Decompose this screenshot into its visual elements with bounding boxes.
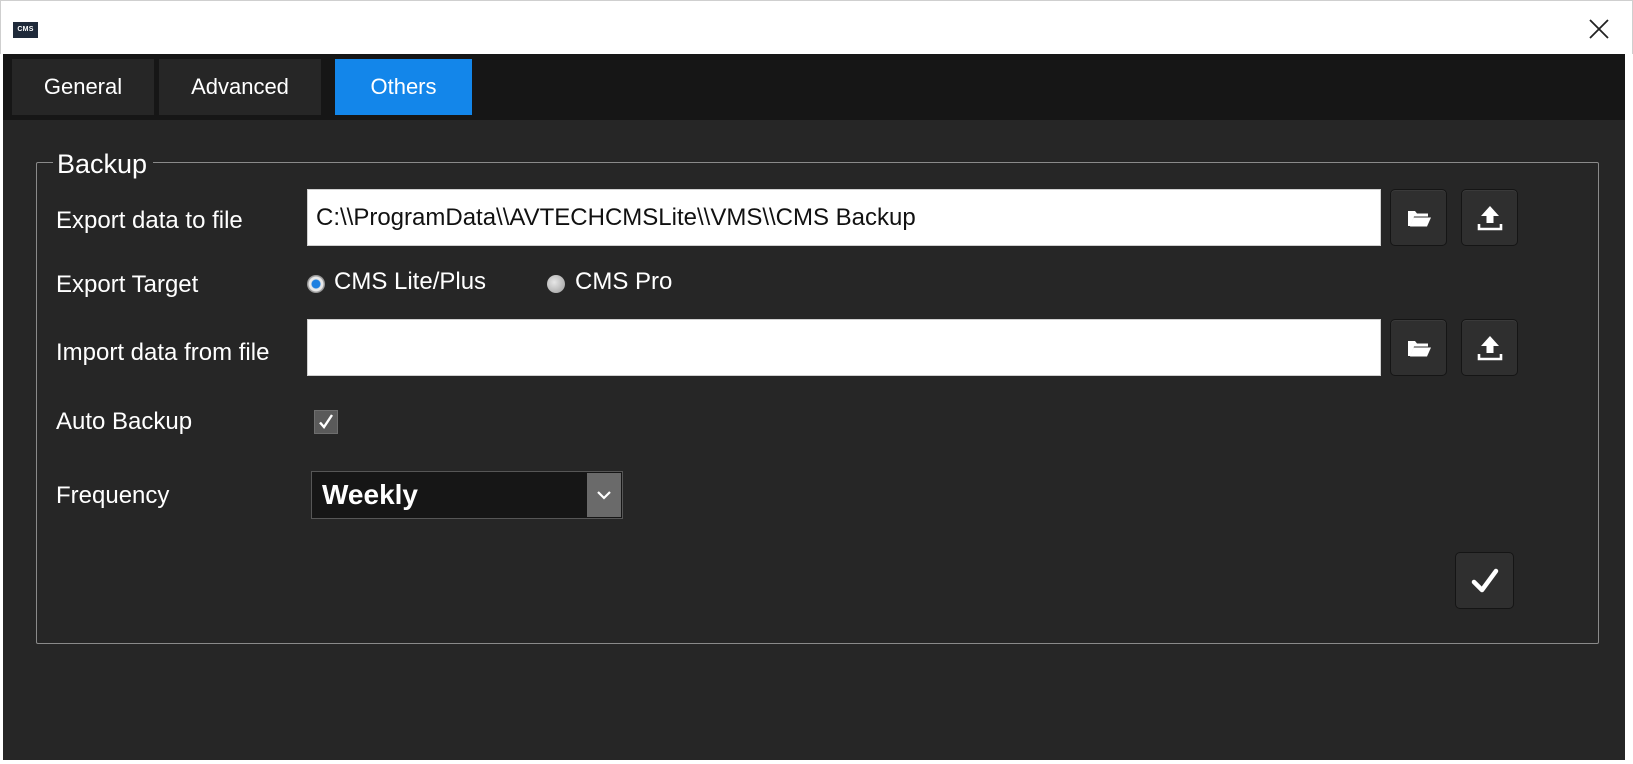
frequency-select[interactable]: Weekly [311, 471, 623, 519]
folder-open-icon [1408, 211, 1431, 227]
backup-group-title: Backup [53, 149, 154, 179]
app-logo: CMS [13, 22, 38, 38]
auto-backup-label: Auto Backup [56, 408, 193, 435]
tab-others[interactable]: Others [335, 59, 472, 115]
confirm-button[interactable] [1455, 552, 1514, 609]
radio-cms-lite-plus-label[interactable]: CMS Lite/Plus [334, 267, 486, 297]
upload-icon [1477, 336, 1503, 361]
close-button[interactable] [1579, 13, 1619, 45]
export-data-label: Export data to file [56, 207, 243, 234]
export-target-label: Export Target [56, 271, 199, 298]
import-path-input[interactable] [308, 320, 1380, 375]
radio-cms-pro[interactable] [547, 275, 565, 293]
import-path-field[interactable] [307, 319, 1381, 376]
close-icon [1589, 19, 1609, 39]
settings-panel: General Advanced Others Backup Export da… [3, 54, 1625, 760]
tab-general[interactable]: General [12, 59, 154, 115]
checkmark-icon [319, 414, 333, 429]
frequency-label: Frequency [56, 482, 170, 509]
import-data-label: Import data from file [56, 339, 270, 366]
frequency-select-value: Weekly [322, 479, 418, 510]
upload-icon [1477, 206, 1503, 231]
export-browse-button[interactable] [1390, 189, 1447, 246]
frequency-dropdown-button[interactable] [587, 473, 621, 517]
export-path-input[interactable] [308, 190, 1380, 245]
title-bar: CMS [0, 0, 1633, 54]
tab-advanced[interactable]: Advanced [159, 59, 321, 115]
tab-bar: General Advanced Others [3, 54, 1625, 120]
folder-open-icon [1408, 341, 1431, 357]
chevron-down-icon [597, 491, 611, 500]
export-upload-button[interactable] [1461, 189, 1518, 246]
auto-backup-checkbox[interactable] [314, 410, 338, 434]
radio-cms-pro-label[interactable]: CMS Pro [575, 267, 672, 297]
radio-cms-lite-plus[interactable] [307, 275, 325, 293]
settings-window: CMS General Advanced Others Backup Expor… [0, 0, 1633, 764]
checkmark-icon [1471, 568, 1499, 593]
export-path-field[interactable] [307, 189, 1381, 246]
import-browse-button[interactable] [1390, 319, 1447, 376]
import-upload-button[interactable] [1461, 319, 1518, 376]
